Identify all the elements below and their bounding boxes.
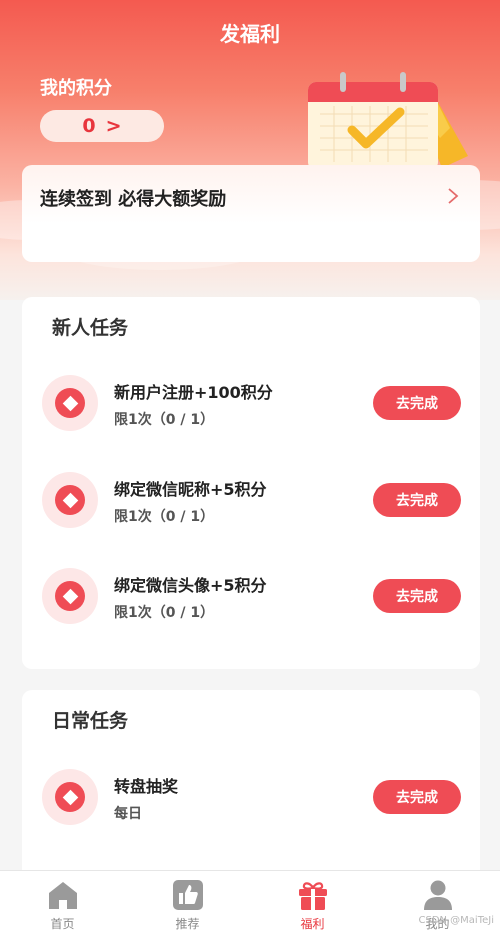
section-title: 新人任务 [52, 317, 129, 339]
diamond-icon [62, 492, 78, 508]
chevron-right-icon [448, 188, 459, 204]
diamond-icon [62, 395, 78, 411]
points-value: 0 [82, 115, 96, 137]
task-limit: 限1次（0 / 1） [114, 605, 215, 621]
section-title: 日常任务 [52, 710, 129, 732]
points-pill[interactable]: 0 > [40, 110, 164, 142]
complete-task-button[interactable]: 去完成 [373, 386, 461, 420]
points-label: 我的积分 [40, 78, 112, 99]
task-name: 转盘抽奖 [114, 777, 179, 796]
task-limit: 限1次（0 / 1） [114, 412, 215, 428]
task-limit: 限1次（0 / 1） [114, 509, 215, 525]
gift-icon [299, 882, 327, 910]
diamond-icon [62, 588, 78, 604]
task-row: 绑定微信昵称+5积分 限1次（0 / 1） 去完成 [22, 464, 480, 534]
home-icon [49, 882, 77, 909]
task-row: 新用户注册+100积分 限1次（0 / 1） 去完成 [22, 367, 480, 437]
tab-home[interactable]: 首页 [0, 871, 125, 933]
complete-task-button[interactable]: 去完成 [373, 780, 461, 814]
diamond-icon [62, 789, 78, 805]
user-icon [424, 880, 452, 910]
points-arrow-icon: > [105, 115, 122, 137]
new-user-tasks-card: 新人任务 新用户注册+100积分 限1次（0 / 1） 去完成 绑定微信昵称+5… [22, 297, 480, 669]
task-icon [42, 472, 98, 528]
tab-label: 推荐 [175, 917, 200, 931]
daily-tasks-card: 日常任务 转盘抽奖 每日 去完成 [22, 690, 480, 890]
task-icon [42, 375, 98, 431]
tab-label: 首页 [50, 917, 75, 931]
task-icon [42, 568, 98, 624]
complete-task-button[interactable]: 去完成 [373, 579, 461, 613]
complete-task-button[interactable]: 去完成 [373, 483, 461, 517]
task-limit: 每日 [114, 806, 142, 822]
task-icon [42, 769, 98, 825]
watermark: CSDN @MaiTeJi [418, 915, 494, 926]
tab-recommend[interactable]: 推荐 [125, 871, 250, 933]
task-row: 转盘抽奖 每日 去完成 [22, 761, 480, 831]
thumbs-up-icon [173, 880, 203, 910]
tab-welfare[interactable]: 福利 [250, 871, 375, 933]
tab-label: 福利 [300, 917, 325, 931]
task-name: 绑定微信头像+5积分 [114, 576, 267, 595]
signin-card[interactable]: 连续签到 必得大额奖励 [22, 165, 480, 262]
task-row: 绑定微信头像+5积分 限1次（0 / 1） 去完成 [22, 560, 480, 630]
task-name: 新用户注册+100积分 [114, 383, 273, 402]
calendar-check-icon [308, 72, 468, 170]
task-name: 绑定微信昵称+5积分 [114, 480, 267, 499]
page-title: 发福利 [220, 22, 280, 46]
signin-text: 连续签到 必得大额奖励 [40, 189, 227, 210]
